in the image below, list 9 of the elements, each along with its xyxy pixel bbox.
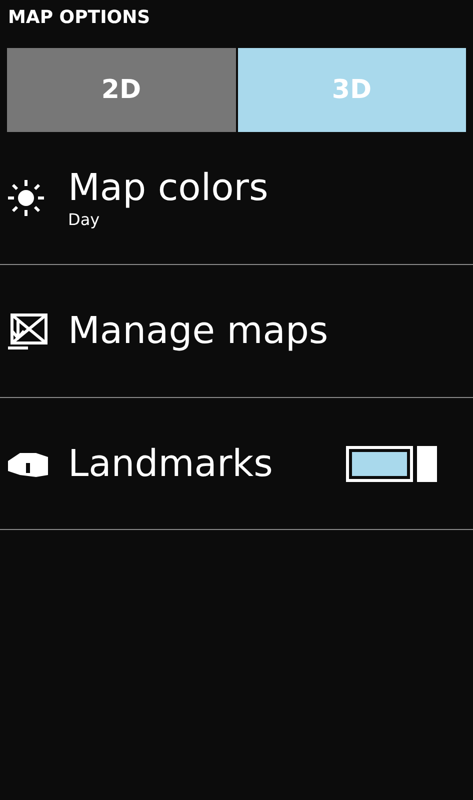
toggle-switch[interactable] (346, 446, 437, 482)
setting-title[interactable]: Map colors (68, 166, 437, 210)
setting-title[interactable]: Landmarks (68, 442, 346, 486)
view-mode-tab[interactable]: 2D (7, 48, 236, 132)
map-download-icon (6, 311, 50, 351)
sun-icon (6, 178, 46, 218)
section-title: MAP OPTIONS (7, 6, 152, 30)
setting-value: Day (68, 210, 101, 230)
setting-title[interactable]: Manage maps (68, 309, 437, 353)
